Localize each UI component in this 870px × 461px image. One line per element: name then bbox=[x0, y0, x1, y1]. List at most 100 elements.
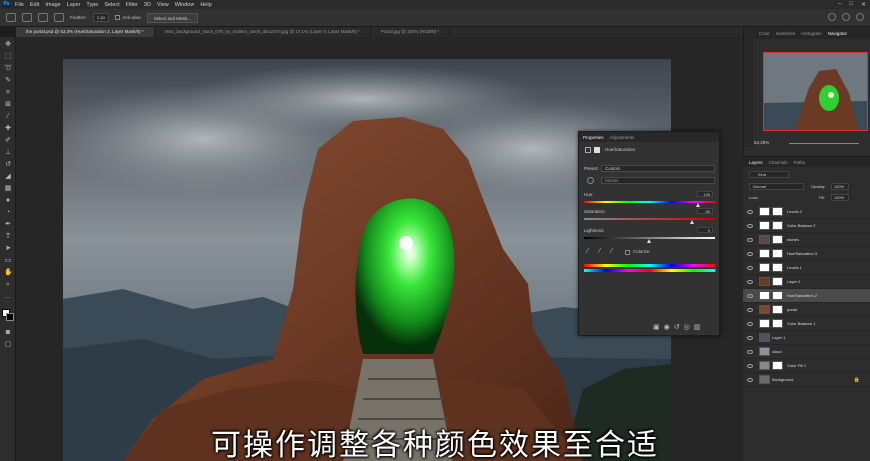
history-brush-tool-icon[interactable]: ↺ bbox=[4, 161, 12, 168]
layer-row[interactable]: stones bbox=[743, 233, 870, 247]
hand-tool-icon[interactable]: ✋ bbox=[4, 269, 13, 276]
layer-thumbnail[interactable] bbox=[759, 361, 770, 370]
lasso-tool-icon[interactable]: ➰ bbox=[4, 65, 13, 72]
doc-tab-portal-jpg[interactable]: Portal.jpg @ 100% (RGB/8) * bbox=[371, 27, 451, 37]
delete-icon[interactable]: ▥ bbox=[694, 323, 701, 331]
antialias-checkbox[interactable]: Anti-alias bbox=[115, 15, 141, 20]
layer-mask-thumbnail[interactable] bbox=[772, 207, 783, 216]
background-color-swatch[interactable] bbox=[6, 313, 14, 321]
eyedropper-plus-icon[interactable]: ⁄ bbox=[599, 248, 600, 255]
brush-tool-icon[interactable]: ✐ bbox=[4, 137, 12, 144]
layer-mask-thumbnail[interactable] bbox=[772, 361, 783, 370]
layer-row[interactable]: cloud bbox=[743, 345, 870, 359]
eye-icon[interactable] bbox=[747, 349, 753, 354]
crop-tool-icon[interactable]: ⌗ bbox=[4, 89, 12, 96]
search-icon[interactable] bbox=[828, 13, 836, 21]
layer-thumbnail[interactable] bbox=[759, 263, 770, 272]
hand-adjust-icon[interactable] bbox=[587, 177, 594, 184]
tab-adjustments[interactable]: Adjustments bbox=[610, 135, 635, 140]
quick-mask-icon[interactable]: ◙ bbox=[4, 329, 12, 336]
layer-row[interactable]: Levels 1 bbox=[743, 261, 870, 275]
tab-swatches[interactable]: Swatches bbox=[776, 31, 796, 36]
opacity-input[interactable]: 100% bbox=[831, 183, 849, 190]
eye-icon[interactable] bbox=[747, 363, 753, 368]
layer-mask-thumbnail[interactable] bbox=[772, 221, 783, 230]
eye-icon[interactable] bbox=[747, 377, 753, 382]
type-tool-icon[interactable]: T bbox=[4, 233, 12, 240]
menu-select[interactable]: Select bbox=[104, 2, 119, 8]
zoom-tool-icon[interactable]: ⌕ bbox=[4, 281, 12, 288]
lightness-value[interactable]: 0 bbox=[697, 227, 713, 233]
eye-icon[interactable] bbox=[747, 307, 753, 312]
doc-tab-portal-psd[interactable]: the portal.psd @ 53,3% (Hue/Saturation 2… bbox=[16, 27, 155, 37]
saturation-slider-knob[interactable] bbox=[689, 220, 694, 224]
hue-value[interactable]: 136 bbox=[697, 191, 713, 197]
menu-3d[interactable]: 3D bbox=[144, 2, 151, 8]
layer-thumbnail[interactable] bbox=[759, 305, 770, 314]
layer-row[interactable]: portal bbox=[743, 303, 870, 317]
layer-mask-thumbnail[interactable] bbox=[772, 305, 783, 314]
layer-mask-thumbnail[interactable] bbox=[772, 263, 783, 272]
feather-input[interactable]: 1 px bbox=[92, 13, 110, 22]
screen-mode-icon[interactable]: ▢ bbox=[4, 341, 12, 348]
eraser-tool-icon[interactable]: ◢ bbox=[4, 173, 12, 180]
layer-mask-thumbnail[interactable] bbox=[772, 291, 783, 300]
menu-file[interactable]: File bbox=[15, 2, 24, 8]
layer-thumbnail[interactable] bbox=[759, 333, 770, 342]
menu-type[interactable]: Type bbox=[86, 2, 98, 8]
menu-window[interactable]: Window bbox=[175, 2, 195, 8]
layer-row[interactable]: Color Balance 2 bbox=[743, 219, 870, 233]
layer-thumbnail[interactable] bbox=[759, 249, 770, 258]
fill-input[interactable]: 100% bbox=[831, 194, 849, 201]
layer-mask-thumbnail[interactable] bbox=[772, 235, 783, 244]
tab-navigator[interactable]: Navigator bbox=[828, 31, 847, 36]
new-selection-icon[interactable] bbox=[22, 13, 32, 22]
layer-thumbnail[interactable] bbox=[759, 277, 770, 286]
menu-view[interactable]: View bbox=[157, 2, 169, 8]
saturation-slider[interactable] bbox=[584, 218, 715, 220]
healing-brush-tool-icon[interactable]: ✚ bbox=[4, 125, 12, 132]
lightness-slider-knob[interactable] bbox=[647, 239, 651, 243]
clip-to-layer-icon[interactable]: ▣ bbox=[653, 323, 660, 331]
saturation-value[interactable]: 65 bbox=[697, 208, 713, 214]
navigator-zoom-slider[interactable] bbox=[789, 143, 859, 144]
layer-row[interactable]: Layer 2 bbox=[743, 275, 870, 289]
tab-channels[interactable]: Channels bbox=[769, 160, 788, 165]
tab-histogram[interactable]: Histogram bbox=[801, 31, 822, 36]
layer-thumbnail[interactable] bbox=[759, 347, 770, 356]
close-icon[interactable]: ✕ bbox=[861, 1, 866, 8]
rectangle-tool-icon[interactable]: ▭ bbox=[4, 257, 12, 264]
marquee-tool-icon[interactable]: ⬚ bbox=[4, 53, 12, 60]
menu-help[interactable]: Help bbox=[200, 2, 211, 8]
layer-mask-icon[interactable] bbox=[594, 147, 600, 153]
select-and-mask-button[interactable]: Select and Mask... bbox=[146, 12, 198, 23]
dodge-tool-icon[interactable]: ◔ bbox=[4, 209, 12, 216]
colorize-checkbox[interactable] bbox=[625, 250, 630, 255]
tool-preset-icon[interactable] bbox=[6, 13, 16, 22]
eyedropper-tool-icon[interactable]: ⁄ bbox=[4, 113, 12, 120]
eye-icon[interactable] bbox=[747, 335, 753, 340]
eyedropper-minus-icon[interactable]: ⁄ bbox=[611, 248, 612, 255]
eyedropper-icon[interactable]: ⁄ bbox=[587, 248, 588, 255]
preset-select[interactable]: Custom bbox=[601, 165, 715, 172]
quick-select-tool-icon[interactable]: ✎ bbox=[4, 77, 12, 84]
eye-icon[interactable] bbox=[747, 223, 753, 228]
layer-filter-kind[interactable]: Kind bbox=[749, 171, 789, 178]
menu-filter[interactable]: Filter bbox=[126, 2, 138, 8]
channel-select[interactable]: Master bbox=[601, 177, 715, 184]
workspace-icon[interactable] bbox=[842, 13, 850, 21]
antialias-check-box[interactable] bbox=[115, 15, 121, 20]
layer-thumbnail[interactable] bbox=[759, 375, 770, 384]
hue-slider-knob[interactable] bbox=[696, 203, 701, 207]
pen-tool-icon[interactable]: ✒ bbox=[4, 221, 12, 228]
layer-mask-thumbnail[interactable] bbox=[772, 249, 783, 258]
layer-row[interactable]: Levels 2 bbox=[743, 205, 870, 219]
path-select-tool-icon[interactable]: ➤ bbox=[4, 245, 12, 252]
frame-tool-icon[interactable]: ⊠ bbox=[4, 101, 12, 108]
doc-tab-background-stock[interactable]: misc_background_stock_078_by_malleni_sto… bbox=[155, 27, 371, 37]
layer-thumbnail[interactable] bbox=[759, 291, 770, 300]
add-selection-icon[interactable] bbox=[38, 13, 48, 22]
layer-row[interactable]: Layer 1 bbox=[743, 331, 870, 345]
eye-icon[interactable] bbox=[747, 293, 753, 298]
view-previous-icon[interactable]: ◉ bbox=[664, 323, 670, 331]
